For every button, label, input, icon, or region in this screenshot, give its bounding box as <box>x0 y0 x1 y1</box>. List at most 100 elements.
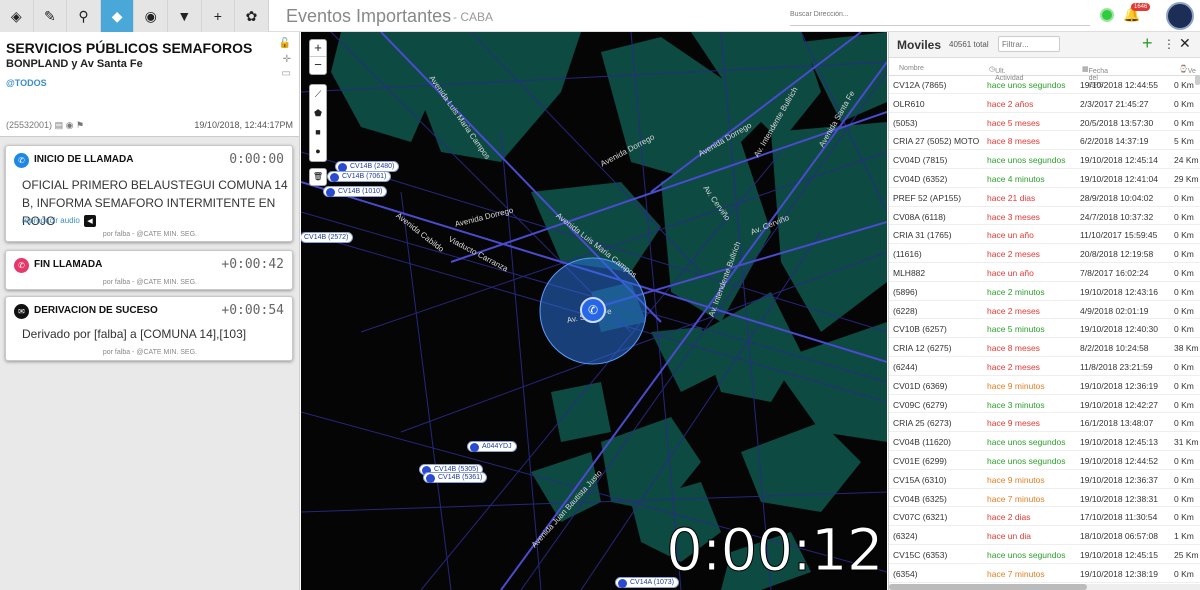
gps-date: 17/10/2018 11:30:54 <box>1080 512 1158 523</box>
table-row[interactable]: CV04B (11620) hace unos segundos 19/10/201… <box>889 432 1200 451</box>
table-row[interactable]: CRIA 27 (5052) MOTO hace 8 meses 6/2/2018 … <box>889 131 1200 151</box>
table-row[interactable]: OLR610 hace 2 años 2/3/2017 21:45:27 0 Km <box>889 94 1200 113</box>
horizontal-scrollbar[interactable] <box>889 584 1200 590</box>
speed: 0 Km <box>1174 455 1194 466</box>
event-header: SERVICIOS PÚBLICOS SEMAFOROS BONPLAND y … <box>0 32 299 137</box>
moviles-count: 40561 total <box>949 40 989 49</box>
speed: 0 Km <box>1174 211 1194 222</box>
copy-icon[interactable]: ▤ <box>55 120 64 130</box>
table-row[interactable]: CV07C (6321) hace 2 dias 17/10/2018 11:30:… <box>889 507 1200 527</box>
draw-polygon-icon[interactable]: ⬟ <box>310 104 326 123</box>
card-body: Derivado por [falba] a [COMUNA 14],[103] <box>22 327 247 341</box>
speaker-icon[interactable]: ◀ <box>84 215 96 227</box>
last-activity: hace 2 meses <box>987 305 1040 316</box>
car-icon <box>618 579 627 588</box>
vehicle-marker[interactable]: CV14B (5361) <box>423 472 488 483</box>
table-row[interactable]: (11616) hace 2 meses 20/8/2018 12:19:58 0 K… <box>889 244 1200 263</box>
table-row[interactable]: CV12A (7865) hace unos segundos 19/10/2018… <box>889 75 1200 94</box>
tag-icon[interactable]: ◆ <box>100 0 135 32</box>
vehicle-marker[interactable]: CV14B (1010) <box>323 186 388 197</box>
moviles-filter-input[interactable] <box>998 36 1060 52</box>
gps-date: 20/8/2018 12:19:58 <box>1080 249 1154 260</box>
event-tag[interactable]: @TODOS <box>6 78 293 88</box>
car-icon <box>330 173 339 182</box>
table-row[interactable]: MLH882 hace un año 7/8/2017 16:02:24 0 Km <box>889 263 1200 282</box>
gps-date: 20/5/2018 13:57:30 <box>1080 117 1154 128</box>
gps-date: 19/10/2018 12:42:27 <box>1080 399 1158 410</box>
table-row[interactable]: (6324) hace un dia 18/10/2018 06:57:08 1 Km <box>889 526 1200 545</box>
gps-date: 11/8/2018 23:21:59 <box>1080 361 1153 372</box>
gps-date: 2/3/2017 21:45:27 <box>1080 98 1149 109</box>
draw-line-icon[interactable]: ⟋ <box>310 85 326 104</box>
layers-icon[interactable]: ◈ <box>0 0 34 32</box>
gear-icon[interactable]: ✿ <box>235 0 269 32</box>
vehicle-name: CV08A (6118) <box>893 211 946 222</box>
plus-icon[interactable]: + <box>201 0 236 32</box>
table-row[interactable]: CRIA 25 (6273) hace 9 meses 16/1/2018 13:4… <box>889 413 1200 433</box>
table-row[interactable]: CV15A (6310) hace 9 minutos 19/10/2018 12:… <box>889 470 1200 489</box>
table-row[interactable]: (6354) hace 7 minutos 19/10/2018 12:38:19 0… <box>889 564 1200 583</box>
close-icon[interactable]: ✕ <box>1179 35 1191 52</box>
gps-date: 19/10/2018 12:45:14 <box>1080 155 1158 166</box>
vehicle-name: (11616) <box>893 249 922 260</box>
table-row[interactable]: CV09C (6279) hace 3 minutos 19/10/2018 12:… <box>889 395 1200 414</box>
column-header-speed[interactable]: ⌚ Ve <box>1179 65 1196 75</box>
vertical-scrollbar[interactable] <box>1195 75 1200 85</box>
table-row[interactable]: CV04D (7815) hace unos segundos 19/10/2018… <box>889 150 1200 169</box>
draw-rectangle-icon[interactable]: ■ <box>310 123 326 142</box>
car-icon <box>470 443 479 452</box>
table-row[interactable]: CRIA 31 (1765) hace un año 11/10/2017 15:5… <box>889 225 1200 245</box>
play-audio-link[interactable]: reproducir audio <box>22 216 80 225</box>
table-row[interactable]: CV10B (6257) hace 5 minutos 19/10/2018 12:… <box>889 319 1200 339</box>
address-search-input[interactable] <box>790 4 1090 26</box>
add-icon[interactable]: + <box>1142 33 1153 54</box>
last-activity: hace 7 minutos <box>987 568 1045 579</box>
vehicle-name: (6324) <box>893 531 918 542</box>
column-header-name[interactable]: Nombre <box>899 65 924 72</box>
table-row[interactable]: CV15C (6353) hace unos segundos 19/10/2018… <box>889 545 1200 564</box>
more-icon[interactable]: ⋮ <box>1163 37 1175 51</box>
table-row[interactable]: (6228) hace 2 meses 4/9/2018 02:01:19 0 Km <box>889 301 1200 320</box>
search-icon[interactable]: ⚲ <box>67 0 101 32</box>
column-header-activity[interactable]: ◷ Ult. Actividad <box>989 65 1024 82</box>
table-row[interactable]: CV01E (6299) hace unos segundos 19/10/2018… <box>889 451 1200 470</box>
vehicle-marker[interactable]: A044YDJ <box>467 441 517 452</box>
table-row[interactable]: PREF 52 (AP155) hace 21 dias 28/9/2018 10:… <box>889 188 1200 207</box>
table-row[interactable]: (6244) hace 2 meses 11/8/2018 23:21:59 0 Km <box>889 357 1200 376</box>
table-row[interactable]: CRIA 12 (6275) hace 8 meses 8/2/2018 10:24… <box>889 338 1200 357</box>
filter-icon[interactable]: ▼ <box>167 0 202 32</box>
column-header-gps-date[interactable]: ▦ Fecha del GPS <box>1082 65 1108 89</box>
gps-date: 18/10/2018 06:57:08 <box>1080 531 1158 542</box>
table-row[interactable]: CV08A (6118) hace 3 meses 24/7/2018 10:37:… <box>889 207 1200 226</box>
vehicle-name: (5896) <box>893 286 918 297</box>
flag-icon[interactable]: ⚑ <box>76 120 84 130</box>
vehicle-marker[interactable]: CV14B (7061) <box>327 171 392 182</box>
table-row[interactable]: (5053) hace 5 meses 20/5/2018 13:57:30 0 Km <box>889 113 1200 132</box>
table-row[interactable]: CV04D (6352) hace 4 minutos 19/10/2018 12:… <box>889 169 1200 188</box>
vehicle-marker[interactable]: CV14B (2572) <box>301 232 354 243</box>
speed: 38 Km <box>1174 343 1199 354</box>
gps-date: 28/9/2018 10:04:02 <box>1080 192 1154 203</box>
pencil-icon[interactable]: ✎ <box>33 0 68 32</box>
crosshair-icon[interactable]: ✛ <box>283 54 291 65</box>
draw-circle-icon[interactable]: ● <box>310 142 326 161</box>
police-logo-icon[interactable] <box>1166 2 1194 30</box>
table-row[interactable]: CV01D (6369) hace 9 minutos 19/10/2018 12:… <box>889 376 1200 395</box>
record-icon[interactable]: ◉ <box>66 120 74 130</box>
map[interactable]: + − ⟋ ⬟ ■ ● 🗑 Avenida Luis Maria Campos … <box>301 32 887 590</box>
last-activity: hace 8 meses <box>987 136 1040 147</box>
last-activity: hace unos segundos <box>987 80 1066 90</box>
speed: 24 Km <box>1174 155 1199 166</box>
incident-phone-icon[interactable]: ✆ <box>580 297 606 323</box>
gps-date: 19/10/2018 12:40:30 <box>1080 324 1158 335</box>
gps-date: 11/10/2017 15:59:45 <box>1080 230 1158 241</box>
vehicle-name: MLH882 <box>893 267 926 278</box>
trash-icon[interactable]: 🗑 <box>309 168 327 186</box>
eye-icon[interactable]: ◉ <box>134 0 168 32</box>
lock-icon[interactable]: 🔓 <box>279 38 291 49</box>
table-row[interactable]: (5896) hace 2 minutos 19/10/2018 12:43:16 0… <box>889 282 1200 301</box>
zoom-out-button[interactable]: − <box>310 57 326 74</box>
table-row[interactable]: CV04B (6325) hace 7 minutos 19/10/2018 12:… <box>889 489 1200 508</box>
window-icon[interactable]: ▭ <box>282 68 291 79</box>
zoom-in-button[interactable]: + <box>310 40 326 57</box>
